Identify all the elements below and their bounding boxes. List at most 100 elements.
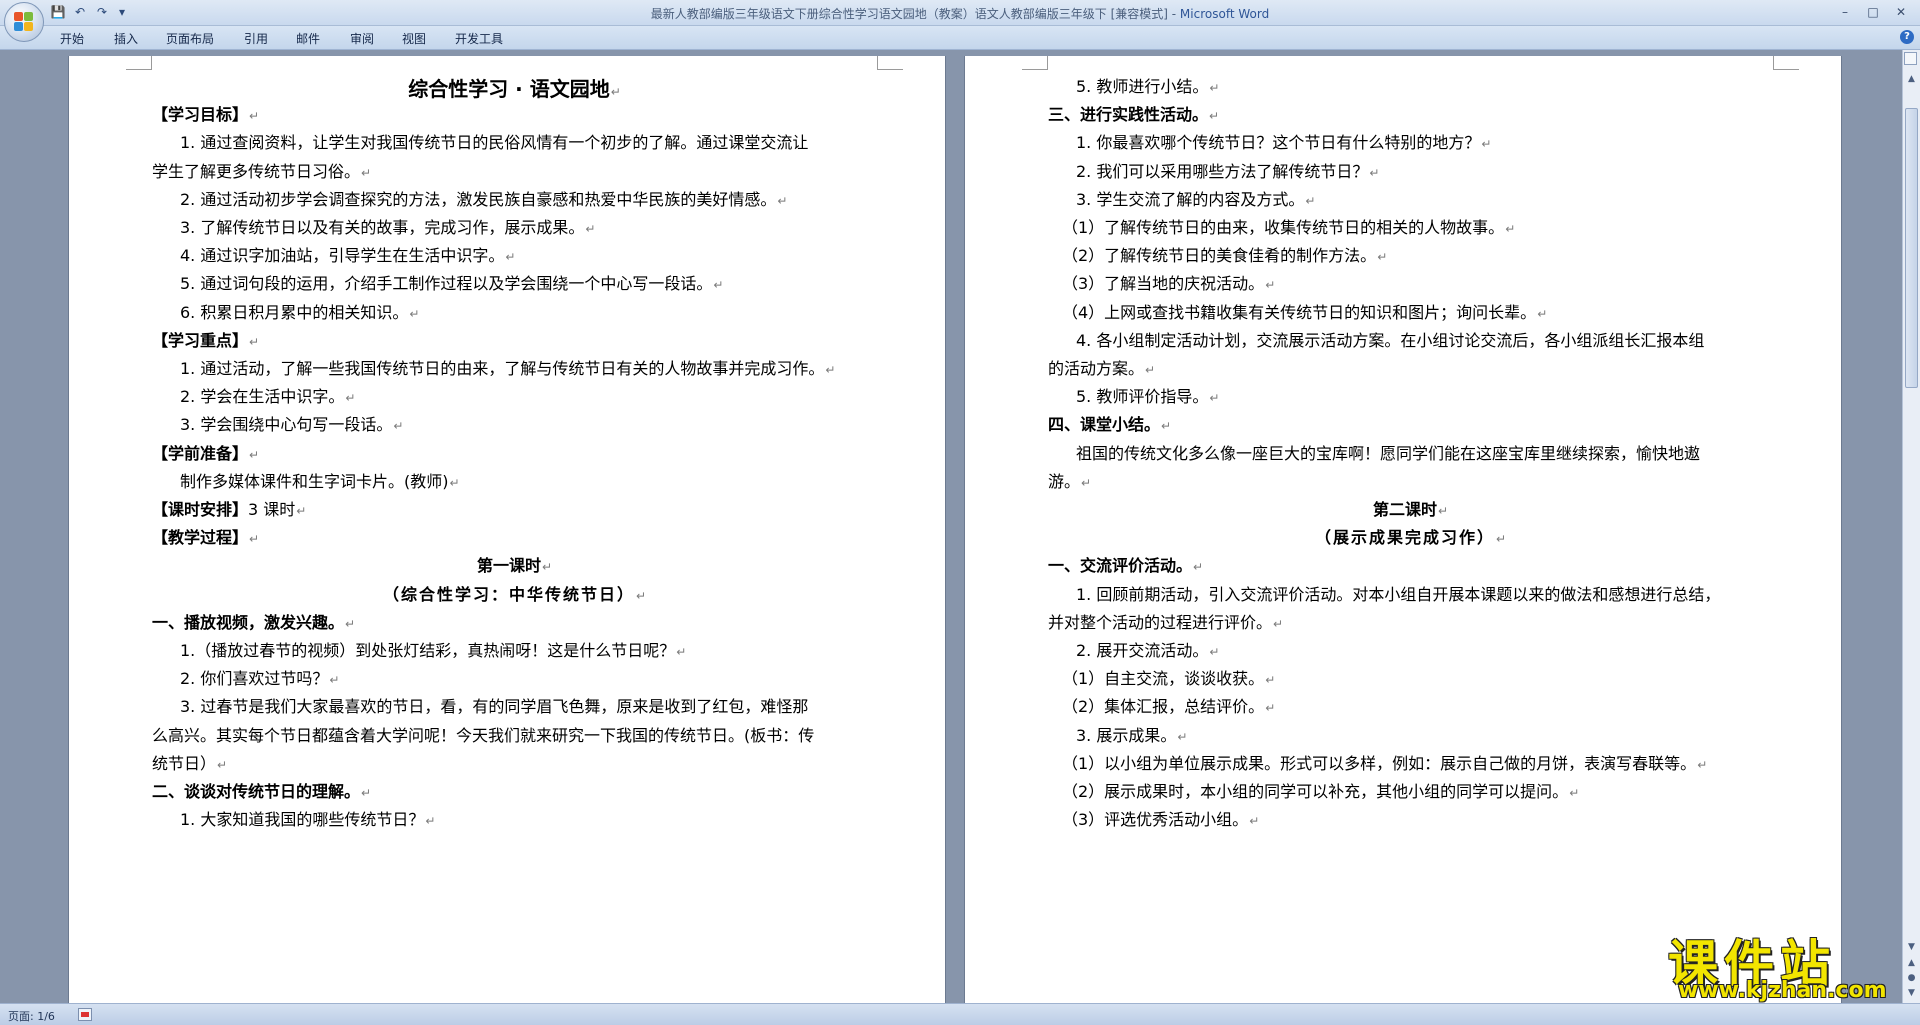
- tab-mailings[interactable]: 邮件: [296, 30, 320, 47]
- page-number-status[interactable]: 页面: 1/6: [8, 1008, 55, 1024]
- document-line[interactable]: 【学习重点】↵: [152, 327, 259, 351]
- document-line[interactable]: 1. 你最喜欢哪个传统节日？这个节日有什么特别的地方？↵: [1076, 129, 1491, 153]
- margin-corner-mark: [126, 56, 152, 70]
- paragraph-mark-icon: ↵: [345, 391, 356, 406]
- paragraph-mark-icon: ↵: [1161, 419, 1172, 434]
- paragraph-mark-icon: ↵: [1249, 814, 1260, 829]
- tab-page-layout[interactable]: 页面布局: [166, 30, 214, 47]
- document-line[interactable]: 1.（播放过春节的视频）到处张灯结彩，真热闹呀！这是什么节日呢？↵: [180, 637, 686, 661]
- document-line[interactable]: （2）展示成果时，本小组的同学可以补充，其他小组的同学可以提问。↵: [1062, 778, 1579, 802]
- ribbon-tabs: 开始 插入 页面布局 引用 邮件 审阅 视图 开发工具 ?: [0, 26, 1920, 50]
- scrollbar-thumb[interactable]: [1905, 108, 1918, 388]
- title-bar: 💾 ↶ ↷ ▾ 最新人教部编版三年级语文下册综合性学习语文园地（教案）语文人教部…: [0, 0, 1920, 26]
- view-ruler-icon[interactable]: [1904, 52, 1917, 65]
- document-line[interactable]: 【教学过程】↵: [152, 524, 259, 548]
- paragraph-mark-icon: ↵: [1481, 137, 1492, 152]
- document-line[interactable]: 5. 通过词句段的运用，介绍手工制作过程以及学会围绕一个中心写一段话。↵: [180, 270, 723, 294]
- document-line[interactable]: 【课时安排】3 课时↵: [152, 496, 306, 520]
- document-line[interactable]: （3）了解当地的庆祝活动。↵: [1062, 270, 1275, 294]
- tab-review[interactable]: 审阅: [350, 30, 374, 47]
- document-line[interactable]: 【学习目标】↵: [152, 101, 259, 125]
- document-line[interactable]: 制作多媒体课件和生字词卡片。(教师)↵: [180, 468, 460, 492]
- document-line[interactable]: 么高兴。其实每个节日都蕴含着大学问呢！今天我们就来研究一下我国的传统节日。(板书…: [152, 722, 814, 746]
- document-line[interactable]: 5. 教师评价指导。↵: [1076, 383, 1219, 407]
- document-line[interactable]: （2）集体汇报，总结评价。↵: [1062, 693, 1275, 717]
- document-line[interactable]: 综合性学习 · 语文园地↵: [152, 73, 877, 102]
- document-line[interactable]: 2. 我们可以采用哪些方法了解传统节日？↵: [1076, 158, 1379, 182]
- document-line[interactable]: 二、谈谈对传统节日的理解。↵: [152, 778, 371, 802]
- paragraph-mark-icon: ↵: [1495, 532, 1507, 547]
- maximize-button[interactable]: □: [1860, 3, 1886, 21]
- close-button[interactable]: ✕: [1888, 3, 1914, 21]
- document-line[interactable]: 一、播放视频，激发兴趣。↵: [152, 609, 355, 633]
- paragraph-mark-icon: ↵: [1209, 391, 1220, 406]
- document-line[interactable]: 6. 积累日积月累中的相关知识。↵: [180, 299, 419, 323]
- document-page-left[interactable]: 综合性学习 · 语文园地↵ 【学习目标】↵ 1. 通过查阅资料，让学生对我国传统节日…: [68, 56, 946, 1003]
- window-title: 最新人教部编版三年级语文下册综合性学习语文园地（教案）语文人教部编版三年级下 […: [0, 5, 1920, 22]
- help-icon[interactable]: ?: [1900, 30, 1914, 44]
- paragraph-mark-icon: ↵: [777, 193, 788, 208]
- document-area[interactable]: 综合性学习 · 语文园地↵ 【学习目标】↵ 1. 通过查阅资料，让学生对我国传统节日…: [0, 50, 1902, 1003]
- document-line[interactable]: 1. 回顾前期活动，引入交流评价活动。对本小组自开展本课题以来的做法和感想进行总…: [1076, 581, 1720, 605]
- tab-developer[interactable]: 开发工具: [455, 30, 503, 47]
- paragraph-mark-icon: ↵: [635, 588, 647, 603]
- document-line[interactable]: 2. 学会在生活中识字。↵: [180, 383, 355, 407]
- paragraph-mark-icon: ↵: [1193, 560, 1204, 575]
- tab-view[interactable]: 视图: [402, 30, 426, 47]
- paragraph-mark-icon: ↵: [1265, 278, 1276, 293]
- paragraph-mark-icon: ↵: [585, 222, 596, 236]
- document-line[interactable]: （1）自主交流，谈谈收获。↵: [1062, 665, 1275, 689]
- tab-insert[interactable]: 插入: [114, 30, 138, 47]
- scroll-up-arrow-icon[interactable]: ▲: [1905, 72, 1918, 86]
- office-button[interactable]: [4, 2, 44, 42]
- minimize-button[interactable]: –: [1832, 3, 1858, 21]
- document-line[interactable]: （2）了解传统节日的美食佳肴的制作方法。↵: [1062, 242, 1387, 266]
- document-line[interactable]: （1）了解传统节日的由来，收集传统节日的相关的人物故事。↵: [1062, 214, 1515, 238]
- document-line[interactable]: （4）上网或查找书籍收集有关传统节日的知识和图片；询问长辈。↵: [1062, 299, 1547, 323]
- document-line[interactable]: 的活动方案。↵: [1048, 355, 1155, 379]
- paragraph-mark-icon: ↵: [676, 645, 687, 659]
- document-page-right[interactable]: 5. 教师进行小结。↵ 三、进行实践性活动。↵ 1. 你最喜欢哪个传统节日？这个节日…: [964, 56, 1842, 1003]
- document-line[interactable]: 1. 大家知道我国的哪些传统节日？↵: [180, 806, 435, 830]
- document-line[interactable]: 四、课堂小结。↵: [1048, 411, 1171, 435]
- paragraph-mark-icon: ↵: [1209, 109, 1220, 124]
- document-line[interactable]: 2. 你们喜欢过节吗？↵: [180, 665, 339, 689]
- document-line[interactable]: 游。↵: [1048, 468, 1091, 492]
- paragraph-mark-icon: ↵: [1265, 673, 1276, 688]
- paragraph-mark-icon: ↵: [296, 504, 307, 518]
- document-line[interactable]: 5. 教师进行小结。↵: [1076, 73, 1219, 97]
- document-line[interactable]: 3. 过春节是我们大家最喜欢的节日，看，有的同学眉飞色舞，原来是收到了红包，难怪…: [180, 693, 808, 717]
- vertical-scrollbar[interactable]: ▲ ▼ ▲ ● ▼: [1902, 50, 1920, 1003]
- document-line[interactable]: 2. 通过活动初步学会调查探究的方法，激发民族自豪感和热爱中华民族的美好情感。↵: [180, 186, 787, 210]
- document-line[interactable]: 2. 展开交流活动。↵: [1076, 637, 1219, 661]
- document-line[interactable]: 一、交流评价活动。↵: [1048, 552, 1203, 576]
- document-line[interactable]: （3）评选优秀活动小组。↵: [1062, 806, 1259, 830]
- document-line[interactable]: 3. 了解传统节日以及有关的故事，完成习作，展示成果。↵: [180, 214, 595, 238]
- document-line[interactable]: 【学前准备】↵: [152, 440, 259, 464]
- margin-corner-mark: [877, 56, 903, 70]
- document-line[interactable]: （1）以小组为单位展示成果。形式可以多样，例如：展示自己做的月饼，表演写春联等。…: [1062, 750, 1707, 774]
- document-line[interactable]: （展示成果完成习作）↵: [1048, 524, 1773, 548]
- paragraph-mark-icon: ↵: [449, 475, 460, 490]
- document-line[interactable]: 3. 学生交流了解的内容及方式。↵: [1076, 186, 1315, 210]
- document-line[interactable]: 4. 各小组制定活动计划，交流展示活动方案。在小组讨论交流后，各小组派组长汇报本…: [1076, 327, 1704, 351]
- app-name: Microsoft Word: [1179, 7, 1270, 21]
- document-line[interactable]: 第二课时↵: [1048, 496, 1773, 520]
- document-line[interactable]: 1. 通过查阅资料，让学生对我国传统节日的民俗风情有一个初步的了解。通过课堂交流…: [180, 129, 808, 153]
- tab-home[interactable]: 开始: [60, 30, 84, 47]
- document-line[interactable]: 三、进行实践性活动。↵: [1048, 101, 1219, 125]
- document-line[interactable]: 并对整个活动的过程进行评价。↵: [1048, 609, 1283, 633]
- paragraph-mark-icon: ↵: [1697, 757, 1708, 772]
- paragraph-mark-icon: ↵: [610, 85, 621, 99]
- document-line[interactable]: 学生了解更多传统节日习俗。↵: [152, 158, 371, 182]
- document-line[interactable]: （综合性学习：中华传统节日）↵: [152, 581, 877, 605]
- document-line[interactable]: 统节日）↵: [152, 750, 227, 774]
- tab-references[interactable]: 引用: [244, 30, 268, 47]
- document-line[interactable]: 第一课时↵: [152, 552, 877, 576]
- document-line[interactable]: 1. 通过活动，了解一些我国传统节日的由来，了解与传统节日有关的人物故事并完成习…: [180, 355, 835, 379]
- document-line[interactable]: 3. 展示成果。↵: [1076, 722, 1187, 746]
- document-line[interactable]: 4. 通过识字加油站，引导学生在生活中识字。↵: [180, 242, 515, 266]
- proofing-status-icon[interactable]: [78, 1008, 92, 1021]
- document-line[interactable]: 3. 学会围绕中心句写一段话。↵: [180, 411, 403, 435]
- document-line[interactable]: 祖国的传统文化多么像一座巨大的宝库啊！愿同学们能在这座宝库里继续探索，愉快地遨: [1076, 440, 1700, 464]
